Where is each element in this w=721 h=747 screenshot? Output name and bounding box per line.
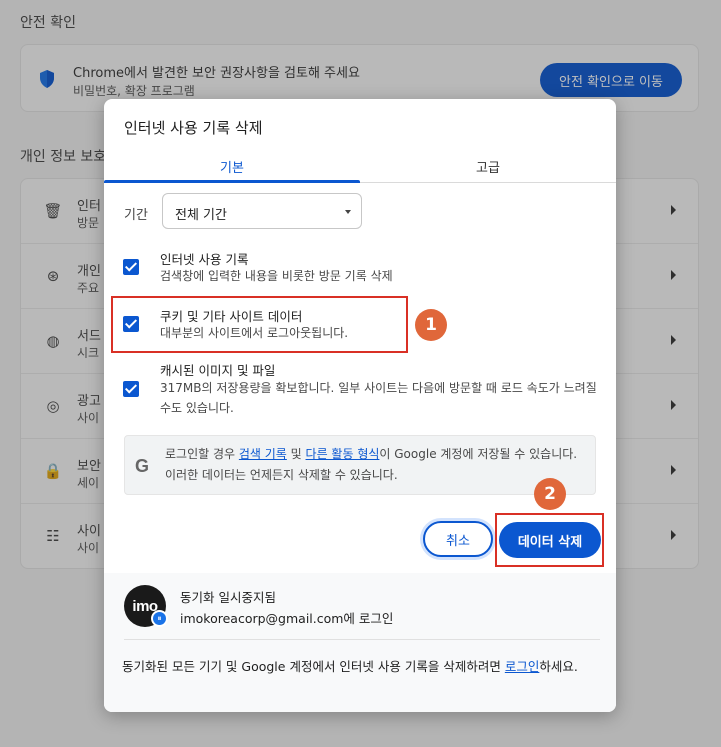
step-badge-2: 2: [534, 478, 566, 510]
other-activity-link[interactable]: 다른 활동 형식: [306, 447, 380, 461]
search-history-link[interactable]: 검색 기록: [239, 447, 287, 461]
footer-note: 동기화된 모든 기기 및 Google 계정에서 인터넷 사용 기록을 삭제하려…: [122, 656, 598, 677]
account-email: imokoreacorp@gmail.com에 로그인: [180, 611, 394, 626]
tab-advanced[interactable]: 고급: [360, 149, 616, 183]
highlight-box-delete: [495, 513, 604, 567]
tab-bar: 기본 고급: [104, 149, 616, 183]
google-g-icon: G: [135, 456, 150, 476]
tab-basic[interactable]: 기본: [104, 149, 360, 183]
browsing-history-checkbox[interactable]: [123, 259, 139, 275]
sync-paused-badge-icon: ⏸: [151, 610, 168, 627]
option-description: 317MB의 저장용량을 확보합니다. 일부 사이트는 다음에 방문할 때 로드…: [160, 381, 597, 415]
dialog-title: 인터넷 사용 기록 삭제: [124, 119, 263, 137]
info-mid: 및: [286, 447, 306, 461]
google-account-info-box: G 로그인할 경우 검색 기록 및 다른 활동 형식이 Google 계정에 저…: [124, 435, 596, 495]
time-range-select[interactable]: 전체 기간: [162, 193, 362, 229]
time-range-label: 기간: [124, 208, 148, 223]
footer-divider: [124, 639, 600, 640]
cache-checkbox[interactable]: [123, 381, 139, 397]
dialog-footer: imo ⏸ 동기화 일시중지됨 imokoreacorp@gmail.com에 …: [104, 573, 616, 712]
sync-status: 동기화 일시중지됨: [180, 590, 276, 605]
footer-note-prefix: 동기화된 모든 기기 및 Google 계정에서 인터넷 사용 기록을 삭제하려…: [122, 659, 505, 674]
active-tab-indicator: [104, 180, 360, 183]
clear-browsing-data-dialog: 인터넷 사용 기록 삭제 기본 고급 기간 전체 기간 인터넷 사용 기록 검색…: [104, 99, 616, 712]
step-badge-1: 1: [415, 309, 447, 341]
option-title: 캐시된 이미지 및 파일: [160, 363, 276, 378]
option-description: 검색창에 입력한 내용을 비롯한 방문 기록 삭제: [160, 269, 393, 283]
info-prefix: 로그인할 경우: [165, 447, 239, 461]
sign-in-link[interactable]: 로그인: [505, 659, 540, 674]
info-text: 로그인할 경우 검색 기록 및 다른 활동 형식이 Google 계정에 저장될…: [165, 444, 589, 486]
time-range-value: 전체 기간: [175, 208, 227, 223]
footer-note-suffix: 하세요.: [539, 659, 578, 674]
cancel-button[interactable]: 취소: [423, 521, 493, 557]
dropdown-arrow-icon: [345, 210, 351, 214]
highlight-box-cookies: [111, 296, 408, 353]
